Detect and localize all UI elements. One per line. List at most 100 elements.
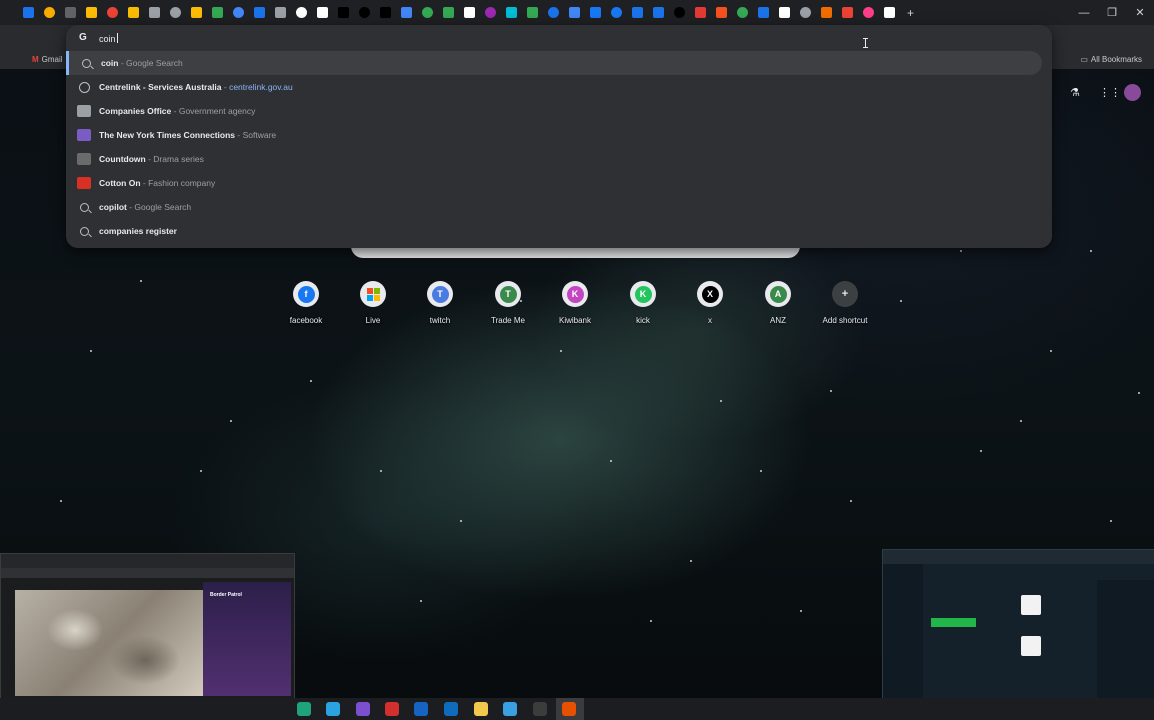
- pinned-tab[interactable]: [186, 0, 207, 25]
- taskbar-app-icon[interactable]: [533, 702, 547, 716]
- taskbar-app-icon[interactable]: [414, 702, 428, 716]
- taskbar-app-icon[interactable]: [356, 702, 370, 716]
- pinned-tab[interactable]: [690, 0, 711, 25]
- omnibox-suggestion[interactable]: Companies Office - Government agency: [66, 99, 1052, 123]
- pinned-tab[interactable]: [123, 0, 144, 25]
- pinned-tab[interactable]: [501, 0, 522, 25]
- shortcut-tile[interactable]: Live: [343, 281, 403, 325]
- suggestion-main: copilot: [99, 202, 127, 212]
- pinned-tab[interactable]: [39, 0, 60, 25]
- omnibox-text[interactable]: coin: [99, 33, 118, 44]
- pinned-tab[interactable]: [627, 0, 648, 25]
- omnibox-suggestion[interactable]: copilot - Google Search: [66, 195, 1052, 219]
- close-icon[interactable]: ✕: [1126, 6, 1154, 19]
- countdown-icon: [77, 153, 91, 165]
- shortcut-tile[interactable]: T Trade Me: [478, 281, 538, 325]
- shortcut-tile[interactable]: + Add shortcut: [815, 281, 875, 325]
- star: [140, 280, 142, 282]
- omnibox-suggestion[interactable]: coin - Google Search: [66, 51, 1042, 75]
- pinned-tab[interactable]: [18, 0, 39, 25]
- pinned-tab[interactable]: [438, 0, 459, 25]
- restore-icon[interactable]: ❐: [1098, 6, 1126, 19]
- pinned-tab[interactable]: [228, 0, 249, 25]
- taskbar-app-icon[interactable]: [444, 702, 458, 716]
- apps-grid-icon[interactable]: ⋮⋮: [1099, 86, 1121, 99]
- suggestion-sep: -: [140, 178, 149, 188]
- suggestion-text: Cotton On - Fashion company: [99, 178, 215, 188]
- shortcut-label: Live: [365, 316, 381, 325]
- pinned-tab[interactable]: [333, 0, 354, 25]
- pinned-tab[interactable]: [669, 0, 690, 25]
- shortcut-tile[interactable]: Kkick: [613, 281, 673, 325]
- omnibox-suggestion[interactable]: Centrelink - Services Australia - centre…: [66, 75, 1052, 99]
- pinned-tab[interactable]: [165, 0, 186, 25]
- suggestion-text: copilot - Google Search: [99, 202, 191, 212]
- pinned-tab[interactable]: [249, 0, 270, 25]
- pinned-tab[interactable]: [585, 0, 606, 25]
- taskbar-app-icon[interactable]: [385, 702, 399, 716]
- taskbar-thumbnail-right[interactable]: [882, 549, 1154, 715]
- pinned-tab[interactable]: [375, 0, 396, 25]
- pinned-tab[interactable]: [732, 0, 753, 25]
- pinned-tab[interactable]: [270, 0, 291, 25]
- pinned-tab[interactable]: [207, 0, 228, 25]
- taskbar-thumbnail-left[interactable]: Border Patrol: [0, 553, 295, 715]
- bookmark-gmail[interactable]: M Gmail: [32, 55, 63, 64]
- pinned-tab[interactable]: [816, 0, 837, 25]
- tab-favicon-icon: [674, 7, 685, 18]
- tab-favicon-icon: [527, 7, 538, 18]
- star: [610, 460, 612, 462]
- omnibox-suggestion[interactable]: Cotton On - Fashion company: [66, 171, 1052, 195]
- minimize-icon[interactable]: —: [1070, 7, 1098, 19]
- pinned-tab[interactable]: [711, 0, 732, 25]
- taskbar-app-icon[interactable]: [297, 702, 311, 716]
- pinned-tab[interactable]: [81, 0, 102, 25]
- pinned-tab[interactable]: [396, 0, 417, 25]
- taskbar-app-icon[interactable]: [326, 702, 340, 716]
- shortcut-tile[interactable]: f facebook: [276, 281, 336, 325]
- pinned-tab[interactable]: [312, 0, 333, 25]
- all-bookmarks-button[interactable]: ▭ All Bookmarks: [1080, 55, 1142, 64]
- taskbar-app-icon[interactable]: [503, 702, 517, 716]
- pinned-tab[interactable]: [102, 0, 123, 25]
- pinned-tab[interactable]: [564, 0, 585, 25]
- pinned-tab[interactable]: [543, 0, 564, 25]
- pinned-tab[interactable]: [60, 0, 81, 25]
- pinned-tab[interactable]: [459, 0, 480, 25]
- pinned-tab[interactable]: [774, 0, 795, 25]
- card-icon: [1021, 595, 1041, 615]
- pinned-tab[interactable]: [753, 0, 774, 25]
- omnibox-suggestion[interactable]: The New York Times Connections - Softwar…: [66, 123, 1052, 147]
- suggestion-desc: Drama series: [153, 154, 204, 164]
- new-tab-icon[interactable]: +: [900, 0, 921, 25]
- google-icon: G: [79, 32, 87, 43]
- pinned-tab[interactable]: [879, 0, 900, 25]
- pinned-tab[interactable]: [144, 0, 165, 25]
- connections-icon: [77, 129, 91, 141]
- omnibox-suggestion[interactable]: companies register: [66, 219, 1052, 243]
- shortcut-tile[interactable]: Xx: [680, 281, 740, 325]
- taskbar-app-icon[interactable]: [562, 702, 576, 716]
- taskbar-app-icon[interactable]: [474, 702, 488, 716]
- shortcut-letter: A: [769, 285, 787, 303]
- omnibox-suggestion[interactable]: Countdown - Drama series: [66, 147, 1052, 171]
- tab-favicon-icon: [611, 7, 622, 18]
- labs-icon[interactable]: ⚗: [1070, 86, 1080, 99]
- pinned-tab[interactable]: [858, 0, 879, 25]
- avatar[interactable]: [1124, 84, 1141, 101]
- pinned-tab[interactable]: [795, 0, 816, 25]
- pinned-tab[interactable]: [354, 0, 375, 25]
- shortcut-tile[interactable]: A ANZ: [748, 281, 808, 325]
- shortcut-tile[interactable]: Ttwitch: [410, 281, 470, 325]
- pinned-tab[interactable]: [606, 0, 627, 25]
- pinned-tab[interactable]: [417, 0, 438, 25]
- pinned-tab[interactable]: [837, 0, 858, 25]
- pinned-tab[interactable]: [291, 0, 312, 25]
- pinned-tab[interactable]: [648, 0, 669, 25]
- shortcut-icon: K: [562, 281, 588, 307]
- shortcut-tile[interactable]: K Kiwibank: [545, 281, 605, 325]
- pinned-tab[interactable]: [522, 0, 543, 25]
- tab-favicon-icon: [800, 7, 811, 18]
- omnibox-input[interactable]: G coin: [66, 25, 1052, 51]
- pinned-tab[interactable]: [480, 0, 501, 25]
